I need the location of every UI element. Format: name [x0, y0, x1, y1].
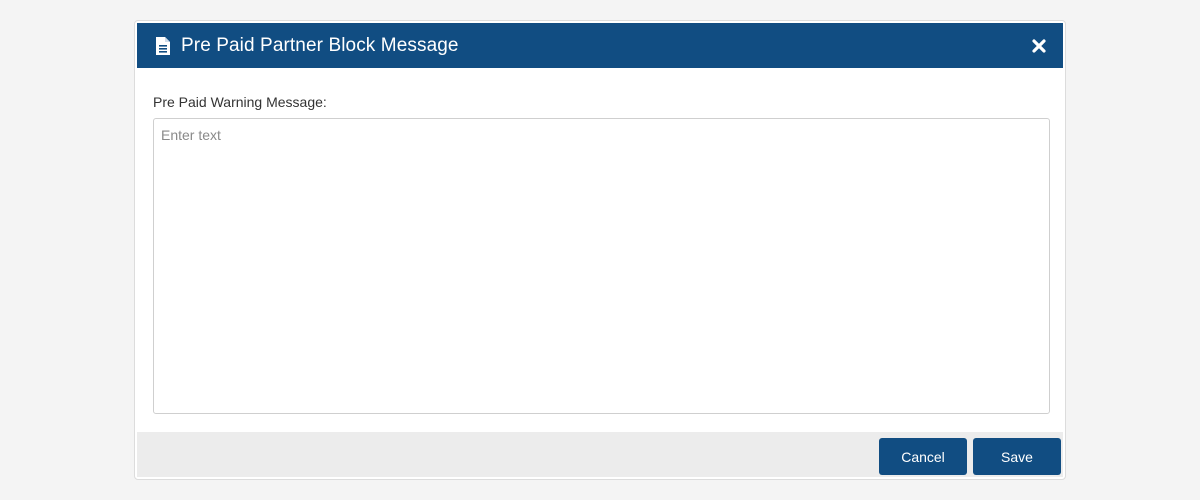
dialog-footer: Cancel Save [137, 432, 1063, 477]
cancel-button[interactable]: Cancel [879, 438, 967, 475]
close-icon[interactable] [1031, 38, 1047, 54]
save-button[interactable]: Save [973, 438, 1061, 475]
document-icon [155, 36, 171, 56]
dialog-title: Pre Paid Partner Block Message [181, 34, 459, 56]
dialog-body: Pre Paid Warning Message: [135, 68, 1065, 432]
pre-paid-block-message-dialog: Pre Paid Partner Block Message Pre Paid … [134, 20, 1066, 480]
dialog-header: Pre Paid Partner Block Message [137, 23, 1063, 68]
warning-message-label: Pre Paid Warning Message: [153, 94, 327, 110]
warning-message-textarea[interactable] [153, 118, 1050, 414]
